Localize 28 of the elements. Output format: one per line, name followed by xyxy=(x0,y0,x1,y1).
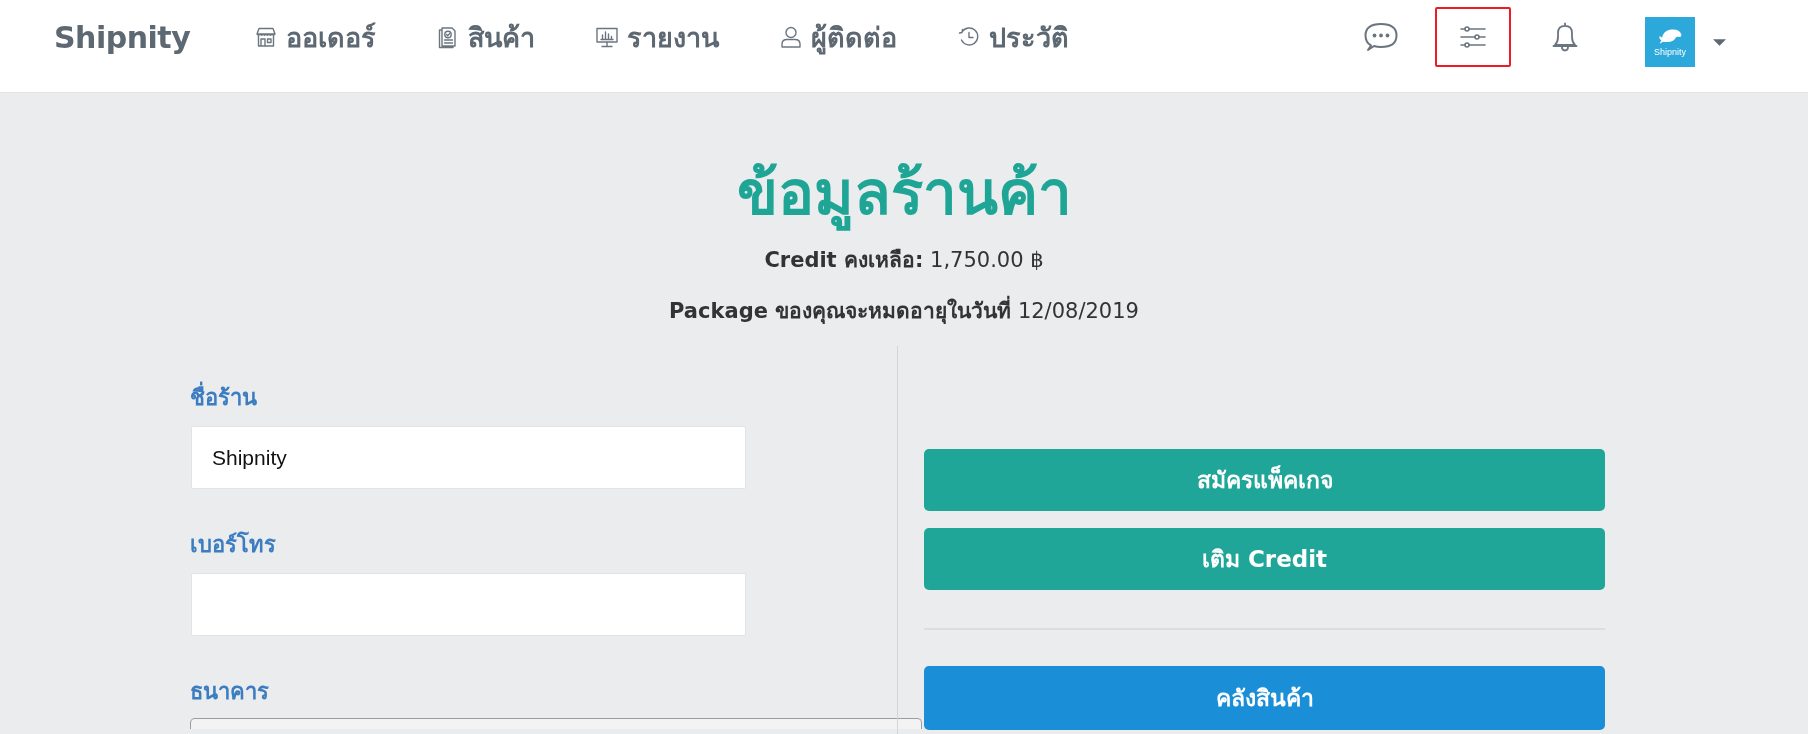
logo-text: Shipnity xyxy=(1654,47,1686,57)
nav-link[interactable]: รายงาน xyxy=(595,15,720,59)
action-button[interactable]: เติม Credit xyxy=(924,528,1605,590)
store-icon xyxy=(254,25,279,49)
whale-icon xyxy=(1657,27,1683,45)
credit-balance-text: Credit คงเหลือ: 1,750.00 ฿ xyxy=(764,247,1044,274)
field-label: ธนาคาร xyxy=(190,678,269,706)
person-icon xyxy=(779,25,804,49)
action-button[interactable]: สมัครแพ็คเกจ xyxy=(924,449,1605,511)
field-label: เบอร์โทร xyxy=(190,530,276,559)
bank-select[interactable] xyxy=(190,718,922,729)
inventory-button[interactable]: คลังสินค้า xyxy=(924,666,1605,730)
nav-link[interactable]: ผู้ติดต่อ xyxy=(779,15,898,59)
settings-sliders-icon xyxy=(1460,26,1486,48)
monitor-chart-icon xyxy=(595,25,620,49)
nav-link[interactable]: ออเดอร์ xyxy=(254,15,377,59)
nav-link[interactable]: ประวัติ xyxy=(957,15,1070,59)
caret-icon[interactable] xyxy=(1713,38,1726,46)
brand-logo[interactable]: Shipnity xyxy=(54,19,191,55)
nav-link[interactable]: สินค้า xyxy=(436,15,536,59)
settings-button[interactable] xyxy=(1435,7,1511,67)
chat-bubble-icon xyxy=(1364,22,1398,52)
phone-field[interactable] xyxy=(191,573,746,636)
shop-name-field[interactable]: Shipnity xyxy=(191,426,746,489)
package-expiry-text: Package ของคุณจะหมดอายุในวันที่ 12/08/2019 xyxy=(669,296,1139,326)
page-title: ข้อมูลร้านค้า xyxy=(736,157,1072,229)
bell-icon xyxy=(1552,22,1578,52)
field-label: ชื่อร้าน xyxy=(190,383,257,413)
